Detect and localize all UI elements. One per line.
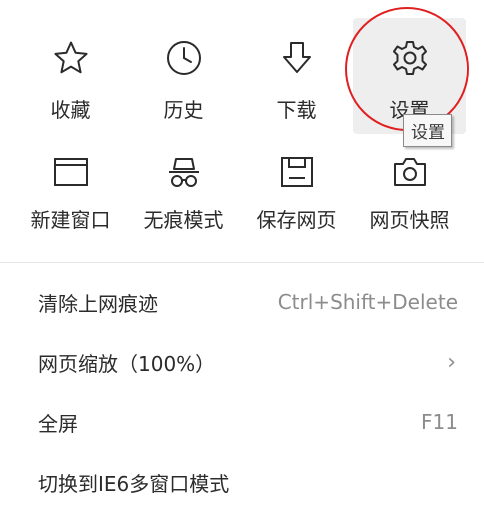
chevron-right-icon: ›	[447, 349, 456, 375]
incognito-button[interactable]: 无痕模式	[127, 134, 240, 244]
clear-history-label: 清除上网痕迹	[38, 291, 158, 316]
save-page-label: 保存网页	[256, 208, 337, 232]
menu-list: 清除上网痕迹 Ctrl+Shift+Delete 网页缩放（100%） › 全屏…	[0, 272, 484, 512]
clear-history-shortcut: Ctrl+Shift+Delete	[277, 290, 458, 314]
favorites-label: 收藏	[50, 98, 91, 122]
fullscreen-label: 全屏	[38, 411, 78, 436]
page-snapshot-label: 网页快照	[369, 208, 450, 232]
save-icon	[277, 152, 317, 192]
history-button[interactable]: 历史	[127, 18, 240, 134]
ie6-mode-label: 切换到IE6多窗口模式	[38, 471, 230, 496]
fullscreen-shortcut: F11	[421, 410, 458, 434]
fullscreen-menu-item[interactable]: 全屏 F11	[0, 392, 484, 452]
clock-icon	[164, 38, 204, 78]
gear-icon	[390, 38, 430, 78]
downloads-label: 下载	[276, 98, 317, 122]
favorites-button[interactable]: 收藏	[14, 18, 127, 134]
new-window-button[interactable]: 新建窗口	[14, 134, 127, 244]
page-zoom-menu-item[interactable]: 网页缩放（100%） ›	[0, 332, 484, 392]
save-page-button[interactable]: 保存网页	[240, 134, 353, 244]
downloads-button[interactable]: 下载	[240, 18, 353, 134]
clear-history-menu-item[interactable]: 清除上网痕迹 Ctrl+Shift+Delete	[0, 272, 484, 332]
camera-icon	[390, 152, 430, 192]
page-zoom-label: 网页缩放（100%）	[38, 351, 216, 376]
new-window-label: 新建窗口	[30, 208, 111, 232]
settings-tooltip: 设置	[403, 114, 452, 147]
incognito-icon	[164, 152, 204, 192]
incognito-label: 无痕模式	[143, 208, 224, 232]
browser-main-menu: 收藏 历史 下载 设置 新建窗口 无痕模式 保存网页 网页快照 设置 清除上网痕…	[0, 0, 484, 524]
page-snapshot-button[interactable]: 网页快照	[353, 134, 466, 244]
star-icon	[51, 38, 91, 78]
history-label: 历史	[163, 98, 204, 122]
menu-divider	[0, 262, 484, 263]
ie6-mode-menu-item[interactable]: 切换到IE6多窗口模式	[0, 452, 484, 512]
download-icon	[277, 38, 317, 78]
quick-actions-grid: 收藏 历史 下载 设置 新建窗口 无痕模式 保存网页 网页快照	[14, 18, 466, 244]
window-icon	[51, 152, 91, 192]
